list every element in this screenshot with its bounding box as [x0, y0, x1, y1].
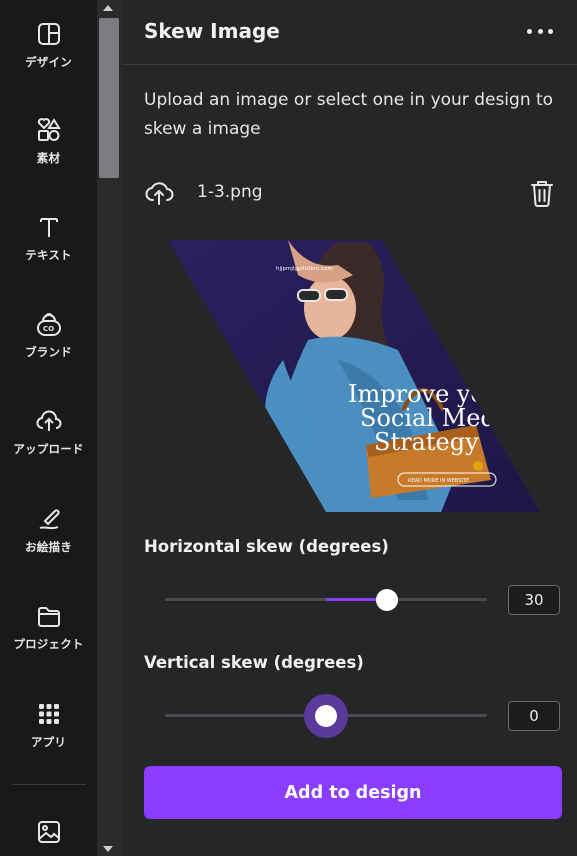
panel-description: Upload an image or select one in your de… [144, 90, 554, 139]
rail-item-brand[interactable]: CO ブランド [0, 310, 97, 390]
rail-divider [12, 784, 86, 785]
vertical-skew-knob[interactable] [315, 705, 337, 727]
skewed-image-preview: hjjpmjlgplllzlbm.com Improve your Social… [168, 240, 540, 512]
folder-icon [37, 607, 60, 627]
rail-label-text: テキスト [25, 248, 72, 262]
cloud-upload-icon [35, 410, 61, 431]
text-icon [39, 218, 58, 237]
panel-header: Skew Image [122, 0, 577, 65]
rail-label-apps: アプリ [30, 735, 67, 749]
brand-icon: CO [36, 313, 61, 336]
horizontal-skew-label: Horizontal skew (degrees) [144, 537, 389, 556]
scroll-up-arrow-icon[interactable] [103, 5, 113, 11]
left-rail: デザイン 素材 テキスト CO ブランド アップロード お絵描き プロジェクト … [0, 0, 97, 856]
rail-label-design: デザイン [25, 55, 72, 69]
rail-label-draw: お絵描き [25, 540, 72, 554]
rail-label-projects: プロジェクト [13, 637, 84, 651]
add-to-design-button[interactable]: Add to design [144, 766, 562, 819]
scrollbar-thumb[interactable] [99, 18, 119, 178]
horizontal-skew-knob[interactable] [376, 589, 399, 611]
draw-icon [39, 509, 60, 530]
preview-cta: READ MORE IN WEBSITE [408, 478, 469, 484]
rail-label-elements: 素材 [36, 151, 61, 165]
shapes-icon [37, 118, 61, 141]
scroll-down-arrow-icon[interactable] [103, 846, 113, 852]
svg-text:CO: CO [43, 325, 54, 333]
trash-icon[interactable] [529, 178, 555, 208]
rail-item-draw[interactable]: お絵描き [0, 505, 97, 585]
rail-label-uploads: アップロード [13, 442, 84, 456]
cloud-upload-icon[interactable] [144, 178, 174, 208]
panel-title: Skew Image [144, 19, 280, 43]
rail-item-image[interactable] [0, 818, 97, 856]
more-options-icon[interactable] [527, 24, 553, 38]
horizontal-skew-input[interactable]: 30 [508, 585, 560, 615]
layout-icon [37, 23, 60, 45]
rail-scrollbar[interactable] [97, 0, 122, 856]
file-row: 1-3.png [144, 176, 555, 212]
rail-item-design[interactable]: デザイン [0, 20, 97, 100]
rail-item-uploads[interactable]: アップロード [0, 407, 97, 487]
rail-item-apps[interactable]: アプリ [0, 700, 97, 780]
vertical-skew-label: Vertical skew (degrees) [144, 653, 364, 672]
rail-item-elements[interactable]: 素材 [0, 116, 97, 196]
vertical-skew-input[interactable]: 0 [508, 701, 560, 731]
apps-grid-icon [38, 704, 59, 724]
horizontal-skew-slider[interactable] [165, 598, 487, 601]
preview-headline-line3: Strategy [374, 428, 479, 456]
skew-image-panel: Skew Image Upload an image or select one… [122, 0, 577, 856]
image-icon [37, 821, 60, 843]
preview-small-text: hjjpmjlgplllzlbm.com [276, 266, 333, 272]
file-name: 1-3.png [197, 182, 263, 202]
rail-label-brand: ブランド [25, 345, 72, 359]
rail-item-text[interactable]: テキスト [0, 213, 97, 293]
rail-item-projects[interactable]: プロジェクト [0, 602, 97, 682]
